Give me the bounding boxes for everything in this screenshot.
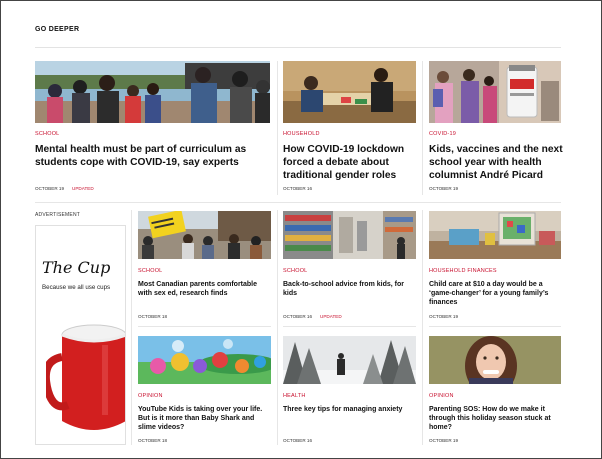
- article-meta: OCTOBER 19: [429, 186, 458, 191]
- column-divider: [131, 210, 132, 445]
- article-date: OCTOBER 19: [429, 186, 459, 191]
- article-headline[interactable]: How COVID-19 lockdown forced a debate ab…: [283, 144, 419, 182]
- article-headline[interactable]: YouTube Kids is taking over your life. B…: [138, 405, 271, 432]
- article-image[interactable]: [35, 61, 270, 123]
- article-headline[interactable]: Parenting SOS: How do we make it through…: [429, 405, 562, 432]
- ad-tagline[interactable]: Because we all use cups: [42, 284, 110, 291]
- advertisement-label: ADVERTISEMENT: [35, 212, 81, 218]
- article-date: OCTOBER 16: [283, 438, 313, 443]
- row-divider: [283, 326, 416, 327]
- article-category[interactable]: SCHOOL: [283, 268, 307, 274]
- article-headline[interactable]: Three key tips for managing anxiety: [283, 405, 416, 414]
- article-meta: OCTOBER 19 UPDATED: [35, 186, 94, 191]
- article-meta: OCTOBER 19: [429, 438, 458, 443]
- article-image[interactable]: [138, 336, 271, 384]
- article-category[interactable]: SCHOOL: [138, 268, 162, 274]
- article-date: OCTOBER 18: [138, 314, 168, 319]
- row-divider: [429, 326, 561, 327]
- article-date: OCTOBER 19: [35, 186, 65, 191]
- article-date: OCTOBER 19: [429, 438, 459, 443]
- article-category[interactable]: OPINION: [429, 393, 454, 399]
- row-divider: [35, 202, 561, 203]
- article-meta: OCTOBER 16: [283, 438, 312, 443]
- column-divider: [277, 61, 278, 195]
- article-headline[interactable]: Kids, vaccines and the next school year …: [429, 144, 563, 182]
- updated-badge: UPDATED: [72, 186, 94, 191]
- section-divider: [35, 47, 561, 48]
- article-image[interactable]: [429, 336, 561, 384]
- article-meta: OCTOBER 19: [429, 314, 458, 319]
- article-headline[interactable]: Mental health must be part of curriculum…: [35, 144, 267, 170]
- ad-title[interactable]: The Cup: [42, 258, 110, 277]
- article-image[interactable]: [138, 211, 271, 259]
- section-title: GO DEEPER: [35, 26, 80, 33]
- article-image[interactable]: [429, 211, 561, 259]
- article-headline[interactable]: Child care at $10 a day would be a ‘game…: [429, 280, 562, 307]
- article-category[interactable]: OPINION: [138, 393, 163, 399]
- article-image[interactable]: [429, 61, 561, 123]
- article-meta: OCTOBER 16: [283, 186, 312, 191]
- article-date: OCTOBER 16: [283, 314, 313, 319]
- article-date: OCTOBER 19: [429, 314, 459, 319]
- article-category[interactable]: COVID-19: [429, 131, 456, 137]
- updated-badge: UPDATED: [320, 314, 342, 319]
- article-image[interactable]: [283, 61, 416, 123]
- article-headline[interactable]: Most Canadian parents comfortable with s…: [138, 280, 271, 298]
- article-date: OCTOBER 18: [138, 438, 168, 443]
- article-headline[interactable]: Back-to-school advice from kids, for kid…: [283, 280, 416, 298]
- column-divider: [422, 61, 423, 195]
- article-category[interactable]: SCHOOL: [35, 131, 59, 137]
- article-meta: OCTOBER 18: [138, 438, 167, 443]
- article-category[interactable]: HOUSEHOLD FINANCES: [429, 268, 497, 274]
- column-divider: [277, 210, 278, 445]
- article-date: OCTOBER 16: [283, 186, 313, 191]
- row-divider: [138, 326, 271, 327]
- article-category[interactable]: HEALTH: [283, 393, 306, 399]
- article-meta: OCTOBER 16 UPDATED: [283, 314, 342, 319]
- column-divider: [422, 210, 423, 445]
- cup-image[interactable]: [46, 321, 126, 445]
- article-image[interactable]: [283, 211, 416, 259]
- article-meta: OCTOBER 18: [138, 314, 167, 319]
- article-category[interactable]: HOUSEHOLD: [283, 131, 320, 137]
- advertisement-banner[interactable]: The Cup Because we all use cups: [35, 225, 126, 445]
- article-image[interactable]: [283, 336, 416, 384]
